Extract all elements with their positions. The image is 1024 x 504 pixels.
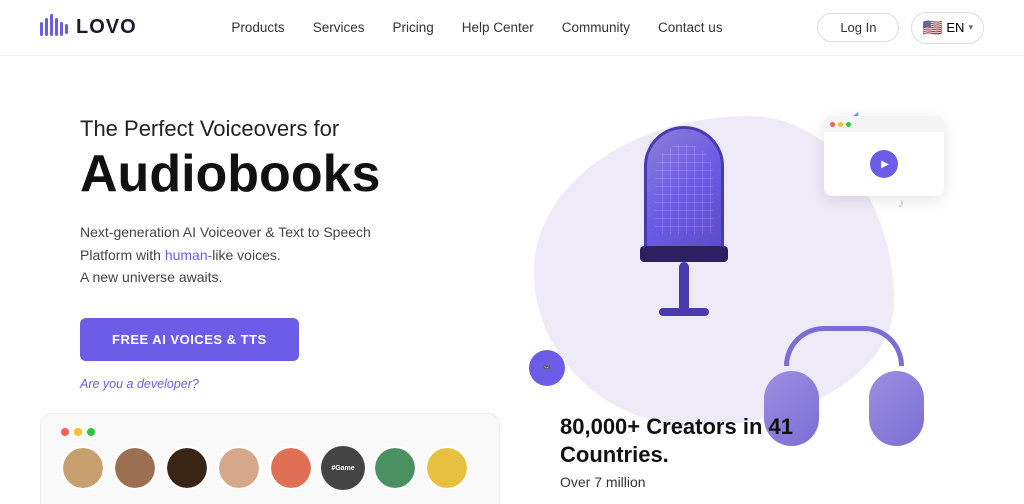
mic-base bbox=[659, 308, 709, 316]
logo-text: LOVO bbox=[76, 16, 137, 39]
hero-desc-line3: A new universe awaits. bbox=[80, 269, 222, 285]
nav-help[interactable]: Help Center bbox=[462, 20, 534, 35]
nav-links: Products Services Pricing Help Center Co… bbox=[231, 20, 722, 35]
avatar-5 bbox=[269, 446, 313, 490]
stats-subtitle: Over 7 million bbox=[560, 474, 964, 490]
hero-desc-inline: like voices. bbox=[212, 247, 280, 263]
mic-grid bbox=[655, 144, 713, 234]
stats-line1: 80,000+ Creators in 41 bbox=[560, 414, 793, 439]
login-button[interactable]: Log In bbox=[817, 13, 899, 42]
game-tag: #Game bbox=[321, 446, 365, 490]
play-button-icon: ▶ bbox=[870, 150, 898, 178]
mic-stand bbox=[679, 262, 689, 312]
logo-icon bbox=[40, 14, 68, 42]
stats-section: 80,000+ Creators in 41 Countries. Over 7… bbox=[540, 399, 984, 504]
hero-subtitle: The Perfect Voiceovers for bbox=[80, 116, 380, 142]
headphone-band bbox=[784, 326, 904, 366]
browser-card: ▶ bbox=[824, 116, 944, 196]
chevron-down-icon: ▾ bbox=[968, 22, 973, 33]
bottom-section: #Game 80,000+ Creators in 41 Countries. … bbox=[0, 374, 1024, 504]
flag-icon: 🇺🇸 bbox=[922, 18, 942, 38]
microphone-illustration bbox=[584, 126, 784, 406]
avatar-2 bbox=[113, 446, 157, 490]
game-tag-label: #Game bbox=[331, 465, 354, 472]
game-badge-label: 🎮 bbox=[543, 364, 552, 372]
mic-band bbox=[640, 246, 728, 262]
avatar-4 bbox=[217, 446, 261, 490]
browser-bar bbox=[824, 116, 944, 132]
cta-button[interactable]: FREE AI Voices & TTS bbox=[80, 318, 299, 361]
avatar-8 bbox=[425, 446, 469, 490]
hero-left: The Perfect Voiceovers for Audiobooks Ne… bbox=[80, 106, 380, 393]
logo[interactable]: LOVO bbox=[40, 14, 137, 42]
browser-dot-green bbox=[846, 122, 851, 127]
hero-description: Next-generation AI Voiceover & Text to S… bbox=[80, 221, 380, 288]
win-dot-red bbox=[61, 428, 69, 436]
hero-desc-line1: Next-generation AI Voiceover & Text to S… bbox=[80, 224, 371, 240]
mic-body bbox=[644, 126, 724, 256]
avatar-3 bbox=[165, 446, 209, 490]
stats-line2: Countries. bbox=[560, 442, 669, 467]
hero-highlight: human- bbox=[165, 247, 212, 263]
win-dot-green bbox=[87, 428, 95, 436]
window-dots bbox=[61, 428, 479, 436]
nav-pricing[interactable]: Pricing bbox=[392, 20, 433, 35]
nav-contact[interactable]: Contact us bbox=[658, 20, 723, 35]
avatar-list: #Game bbox=[61, 446, 479, 490]
stats-title: 80,000+ Creators in 41 Countries. bbox=[560, 413, 964, 470]
avatar-1 bbox=[61, 446, 105, 490]
hero-title: Audiobooks bbox=[80, 146, 380, 203]
win-dot-yellow bbox=[74, 428, 82, 436]
nav-products[interactable]: Products bbox=[231, 20, 284, 35]
language-selector[interactable]: 🇺🇸 EN ▾ bbox=[911, 12, 984, 44]
avatar-7 bbox=[373, 446, 417, 490]
lang-label: EN bbox=[946, 20, 964, 35]
bottom-preview-card: #Game bbox=[40, 413, 500, 504]
nav-services[interactable]: Services bbox=[313, 20, 365, 35]
navbar: LOVO Products Services Pricing Help Cent… bbox=[0, 0, 1024, 56]
browser-dot-yellow bbox=[838, 122, 843, 127]
music-note-small-icon: ♪ bbox=[898, 196, 904, 210]
browser-dot-red bbox=[830, 122, 835, 127]
browser-content: ▶ bbox=[824, 132, 944, 196]
nav-right: Log In 🇺🇸 EN ▾ bbox=[817, 12, 984, 44]
nav-community[interactable]: Community bbox=[562, 20, 630, 35]
